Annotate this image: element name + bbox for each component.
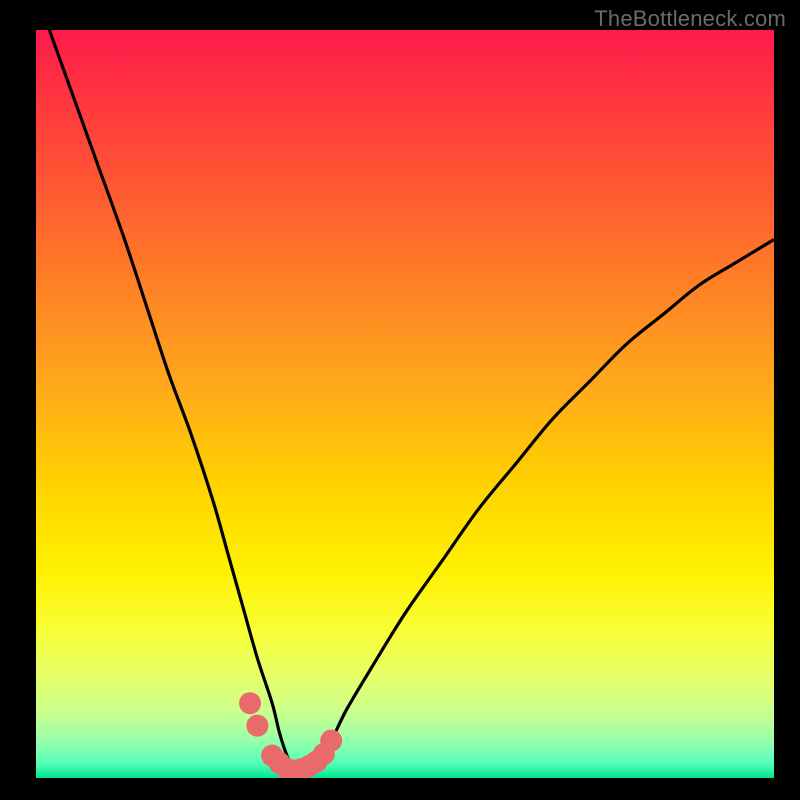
highlight-dot [305,751,327,773]
highlight-dot [261,745,283,767]
highlight-dot [276,758,298,778]
highlight-dots [239,692,342,778]
highlight-dot [246,715,268,737]
watermark-text: TheBottleneck.com [594,6,786,32]
chart-frame: TheBottleneck.com [0,0,800,800]
highlight-dot [239,692,261,714]
highlight-dot [313,743,335,765]
highlight-dot [283,760,305,778]
highlight-dot [320,730,342,752]
highlight-dot [269,752,291,774]
highlight-dot [291,758,313,778]
plot-area [36,30,774,778]
bottleneck-curve-path [36,30,774,772]
highlight-dot [298,755,320,777]
bottleneck-curve [36,30,774,778]
